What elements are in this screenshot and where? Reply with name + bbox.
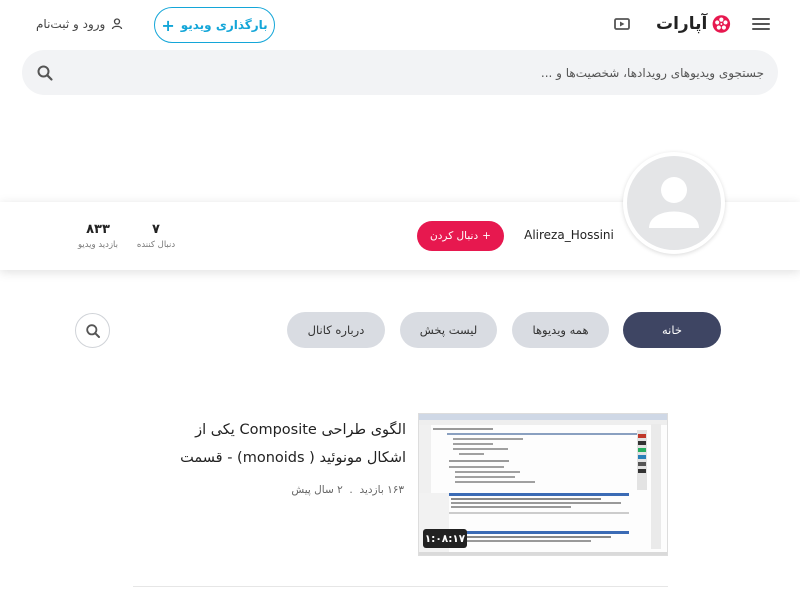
video-age: ۲ سال پیش [291, 484, 343, 496]
plus-icon: + [161, 15, 175, 35]
search-icon [85, 323, 100, 338]
followers-count: ۷ [152, 222, 160, 237]
tab-playlist[interactable]: لیست پخش [400, 312, 497, 348]
views-label: بازدید ویدیو [77, 240, 119, 250]
upload-video-label: بارگذاری ویدیو [180, 18, 268, 32]
tab-about-channel[interactable]: درباره کانال [287, 312, 385, 348]
followers-label: دنبال کننده [136, 240, 176, 250]
channel-name[interactable]: Alireza_Hossini [515, 228, 623, 242]
follow-button[interactable]: دنبال کردن + [417, 221, 504, 251]
user-icon [112, 18, 123, 30]
video-views: ۱۶۳ بازدید [359, 484, 404, 496]
aparat-logo-icon [712, 15, 731, 33]
hamburger-menu-icon[interactable] [750, 14, 772, 34]
upload-video-button[interactable]: + بارگذاری ویدیو [154, 7, 275, 43]
meta-separator: . [342, 484, 357, 496]
logo-text: آپارات [656, 14, 708, 34]
views-count: ۸۳۳ [86, 222, 110, 237]
follow-button-label: دنبال کردن [430, 230, 479, 242]
tab-home[interactable]: خانه [623, 312, 721, 348]
login-register-label: ورود و ثبت‌نام [36, 17, 106, 31]
search-input[interactable] [124, 50, 764, 95]
search-icon[interactable] [36, 64, 54, 82]
tab-all-videos[interactable]: همه ویدیوها [512, 312, 609, 348]
login-register-link[interactable]: ورود و ثبت‌نام [36, 14, 123, 34]
site-header: آپارات + بارگذاری ویدیو ورود و ثبت‌نام [0, 0, 800, 100]
video-meta: ۱۶۳ بازدید . ۲ سال پیش [200, 484, 404, 496]
followers-stat: ۷ دنبال کننده [132, 222, 180, 252]
video-camera-icon[interactable] [612, 15, 632, 33]
channel-avatar[interactable] [623, 152, 725, 254]
aparat-logo[interactable]: آپارات [656, 10, 732, 38]
video-duration-badge: ۱:۰۸:۱۷ [423, 529, 467, 548]
views-stat: ۸۳۳ بازدید ویدیو [72, 222, 124, 252]
video-title[interactable]: الگوی طراحی Composite یکی از اشکال مونوئ… [160, 416, 406, 472]
search-bar [22, 50, 778, 95]
channel-search-button[interactable] [75, 313, 110, 348]
user-placeholder-icon [649, 177, 699, 228]
divider [133, 586, 668, 587]
plus-icon: + [482, 230, 491, 242]
